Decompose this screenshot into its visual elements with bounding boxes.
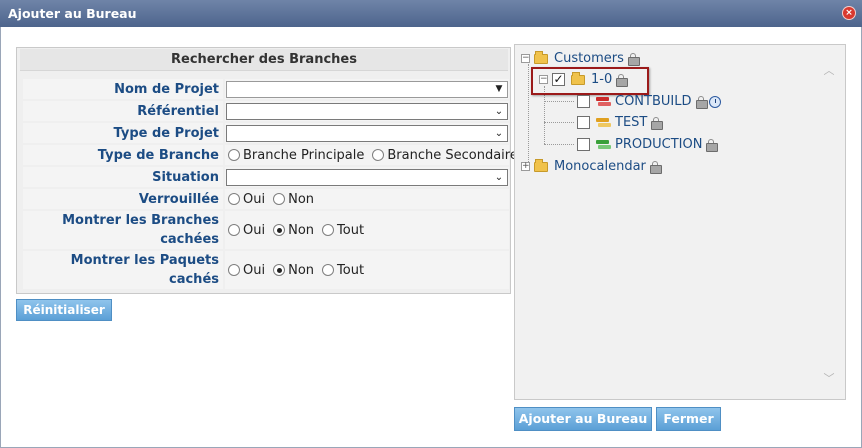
search-panel-title: Rechercher des Branches (20, 49, 508, 71)
tree-connector (544, 101, 574, 102)
radio-branches-non[interactable] (273, 224, 286, 236)
label-situation: Situation (23, 167, 223, 187)
chevron-down-icon[interactable]: ⌄ (494, 126, 504, 141)
checkbox-production[interactable] (577, 138, 590, 151)
row-type-de-branche: Type de Branche Branche Principale Branc… (17, 145, 518, 165)
label-line: cachées (160, 232, 219, 247)
radio-verrouillee-non[interactable] (273, 193, 286, 205)
tree-node-contbuild[interactable]: CONTBUILD (577, 94, 721, 109)
label-line: cachés (169, 272, 219, 287)
radio-label-oui: Oui (243, 191, 266, 207)
tree-node-label[interactable]: CONTBUILD (615, 94, 692, 109)
tree-connector (528, 64, 529, 166)
radio-paquets-tout[interactable] (322, 264, 335, 276)
row-branches-cachees: Montrer les Branches cachées Oui Non Tout (17, 211, 512, 249)
lock-icon (649, 161, 662, 174)
clock-icon (708, 95, 721, 108)
branch-red-icon (596, 96, 611, 107)
tree-node-production[interactable]: PRODUCTION (577, 137, 719, 152)
window-title: Ajouter au Bureau (8, 6, 137, 21)
situation-select[interactable]: ⌄ (226, 168, 508, 186)
tree-connector (544, 122, 574, 123)
type-de-projet-select[interactable]: ⌄ (226, 124, 508, 142)
nom-de-projet-combo[interactable]: ▼ (226, 80, 508, 98)
folder-open-icon (534, 50, 548, 64)
radio-branche-principale[interactable] (228, 149, 240, 161)
scroll-up-icon[interactable]: ︿ (822, 62, 836, 77)
checkbox-contbuild[interactable] (577, 95, 590, 108)
row-situation: Situation ⌄ (17, 167, 512, 187)
add-to-desktop-button[interactable]: Ajouter au Bureau (514, 407, 652, 431)
lock-icon (706, 139, 719, 152)
row-verrouillee: Verrouillée Oui Non (17, 189, 512, 209)
tree-node-test[interactable]: TEST (577, 115, 664, 130)
collapse-icon[interactable]: − (521, 54, 530, 63)
lock-icon (695, 96, 708, 109)
radio-branches-oui[interactable] (228, 224, 240, 236)
tree-connector (544, 144, 574, 145)
label-line: Montrer les Paquets (70, 253, 219, 268)
radio-label-non: Non (288, 191, 315, 207)
chevron-down-icon[interactable]: ⌄ (494, 170, 504, 185)
radio-label-branche-secondaire: Branche Secondaire (387, 147, 518, 163)
scroll-down-icon[interactable]: ﹀ (822, 370, 836, 385)
radio-label-non: Non (288, 262, 315, 278)
label-line: Montrer les Branches (62, 213, 219, 228)
row-paquets-caches: Montrer les Paquets cachés Oui Non Tout (17, 251, 512, 289)
label-referentiel: Référentiel (23, 101, 223, 121)
radio-paquets-non[interactable] (273, 264, 286, 276)
radio-label-oui: Oui (243, 222, 266, 238)
reset-button[interactable]: Réinitialiser (16, 299, 112, 321)
label-branches-cachees: Montrer les Branches cachées (23, 211, 223, 249)
radio-label-tout: Tout (337, 262, 365, 278)
tree-node-customers[interactable]: − Customers (521, 50, 640, 66)
lock-icon (651, 117, 664, 130)
tree-node-label[interactable]: PRODUCTION (615, 137, 702, 152)
window-titlebar: Ajouter au Bureau × (0, 0, 862, 27)
label-paquets-caches: Montrer les Paquets cachés (23, 251, 223, 289)
row-type-de-projet: Type de Projet ⌄ (17, 123, 512, 143)
close-icon[interactable]: × (843, 7, 855, 19)
referentiel-select[interactable]: ⌄ (226, 102, 508, 120)
lock-icon (627, 53, 640, 66)
radio-verrouillee-oui[interactable] (228, 193, 240, 205)
radio-branches-tout[interactable] (322, 224, 335, 236)
tree-node-label[interactable]: Monocalendar (554, 159, 646, 174)
row-nom-de-projet: Nom de Projet ▼ (17, 79, 512, 99)
radio-label-oui: Oui (243, 262, 266, 278)
radio-paquets-oui[interactable] (228, 264, 240, 276)
radio-label-tout: Tout (337, 222, 365, 238)
selection-highlight (531, 67, 649, 95)
chevron-down-icon[interactable]: ⌄ (494, 104, 504, 119)
search-panel: Rechercher des Branches Nom de Projet ▼ … (16, 47, 518, 294)
tree-node-monocalendar[interactable]: + Monocalendar (521, 158, 662, 174)
checkbox-test[interactable] (577, 116, 590, 129)
radio-label-branche-principale: Branche Principale (243, 147, 365, 163)
folder-open-icon (534, 158, 548, 172)
label-type-de-projet: Type de Projet (23, 123, 223, 143)
radio-label-non: Non (288, 222, 315, 238)
branch-green-icon (596, 139, 611, 150)
label-verrouillee: Verrouillée (23, 189, 223, 209)
row-referentiel: Référentiel ⌄ (17, 101, 512, 121)
close-button[interactable]: Fermer (656, 407, 721, 431)
label-type-de-branche: Type de Branche (23, 145, 223, 165)
branch-yellow-icon (596, 117, 611, 128)
label-nom-de-projet: Nom de Projet (23, 79, 223, 99)
tree-node-label[interactable]: TEST (615, 115, 647, 130)
radio-branche-secondaire[interactable] (372, 149, 385, 161)
chevron-down-icon[interactable]: ▼ (494, 82, 504, 97)
tree-node-label[interactable]: Customers (554, 51, 624, 66)
expand-icon[interactable]: + (521, 162, 530, 171)
